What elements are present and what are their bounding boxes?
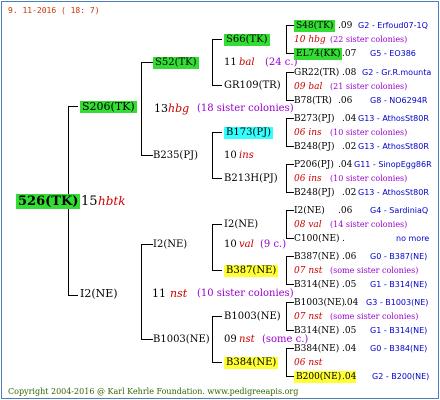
g1-note-i2: (10 sister colonies) xyxy=(197,288,294,299)
root-tag: hbtk xyxy=(98,194,126,208)
g1-note-s206: (18 sister colonies) xyxy=(197,103,294,114)
g4-n-s48: .09 xyxy=(338,21,353,31)
g4-n-el74: .07 xyxy=(342,49,357,59)
s52-tag: bal xyxy=(239,57,255,68)
copyright-footer: Copyright 2004-2016 @ Karl Kehrle Founda… xyxy=(8,387,299,396)
g4-node-c100[interactable]: C100(NE) xyxy=(294,233,340,245)
g4-note-1: (22 sister colonies) xyxy=(330,35,408,44)
g3-node-b1003[interactable]: B1003(NE) xyxy=(224,311,281,323)
g4-node-b384[interactable]: B384(NE) xyxy=(294,343,339,355)
g4-n-b248b: .02 xyxy=(342,188,357,198)
g1-num-s206: 13 xyxy=(154,102,168,115)
g4-code-b387: G0 - B387(NE) xyxy=(370,252,428,261)
g4-tag-4: 09 bal xyxy=(294,82,323,92)
g4-node-b314a[interactable]: B314(NE) xyxy=(294,279,339,291)
g4-n-b248a: .02 xyxy=(342,142,357,152)
root-node[interactable]: 526(TK) xyxy=(16,194,81,209)
g4-tag-13: 08 val xyxy=(294,220,322,230)
g4-code-p206: G11 - SinopEgg86R xyxy=(354,160,432,169)
g4-node-p206[interactable]: P206(PJ) xyxy=(294,159,334,171)
g4-code-i2b: G4 - SardiniaQ xyxy=(370,206,429,215)
g4-code-b314a: G1 - B314(NE) xyxy=(370,280,428,289)
g2-tag-b235: ins xyxy=(239,150,254,161)
g4-n-p206: .04 xyxy=(338,160,353,170)
g2-node-b1003[interactable]: B1003(NE) xyxy=(153,334,210,346)
g4-node-el74[interactable]: EL74(KK) xyxy=(294,48,343,60)
g3-node-b387[interactable]: B387(NE) xyxy=(224,265,279,277)
g3-node-i2[interactable]: I2(NE) xyxy=(224,219,258,231)
g2-num-i2: 10 xyxy=(224,239,237,250)
g4-note-10: (10 sister colonies) xyxy=(330,174,408,183)
g4-tag-10: 06 ins xyxy=(294,174,322,184)
g4-tag-22: 06 nst xyxy=(294,358,323,368)
g2-node-b235[interactable]: B235(PJ) xyxy=(153,150,198,162)
g4-node-b314b[interactable]: B314(NE) xyxy=(294,325,339,337)
g4-node-gr22[interactable]: GR22(TR) xyxy=(294,67,339,79)
g4-n-b384: .04 xyxy=(342,344,357,354)
g4-code-b1003: G3 - B1003(NE) xyxy=(366,298,429,307)
pedigree-frame: 9. 11-2016 ( 18: 7) Copyright 2004-2016 … xyxy=(1,1,439,399)
g4-node-i2b[interactable]: I2(NE) xyxy=(294,205,325,217)
g4-node-b248a[interactable]: B248(PJ) xyxy=(294,141,334,153)
g1-num-i2: 11 xyxy=(152,287,166,300)
g4-n-b200: .04 xyxy=(342,371,357,383)
g1-tag-s206: hbg xyxy=(168,102,190,115)
g4-node-b248b[interactable]: B248(PJ) xyxy=(294,187,334,199)
g4-note-4: (21 sister colonies) xyxy=(330,82,408,91)
g4-n-gr22: .08 xyxy=(342,68,357,78)
g4-n-i2b: .06 xyxy=(338,206,353,216)
g4-code-b248a: G13 - AthosSt80R xyxy=(358,142,429,151)
g4-code-c100: no more xyxy=(396,234,430,243)
g4-n-b78: .06 xyxy=(338,96,353,106)
g4-n-b273: .04 xyxy=(342,114,357,124)
s52-note: (24 c.) xyxy=(265,57,298,68)
g2-node-s52[interactable]: S52(TK) xyxy=(153,57,199,69)
g4-code-gr22: G2 - Gr.R.mounta xyxy=(362,68,432,77)
g4-n-b1003: .04 xyxy=(344,298,359,308)
g4-tag-16: 07 nst xyxy=(294,266,323,276)
g4-node-s48[interactable]: S48(TK) xyxy=(294,20,336,32)
g4-node-b273[interactable]: B273(PJ) xyxy=(294,113,334,125)
g2-node-i2[interactable]: I2(NE) xyxy=(153,239,187,251)
g2-num-b235: 10 xyxy=(224,150,237,161)
g4-note-19: (some sister colonies) xyxy=(330,312,419,321)
g1-node-i2[interactable]: I2(NE) xyxy=(80,288,118,300)
date-header: 9. 11-2016 ( 18: 7) xyxy=(8,6,100,15)
g4-code-s48: G2 - Erfoud07-1Q xyxy=(358,21,428,30)
g4-note-13: (14 sister colonies) xyxy=(330,220,408,229)
g3-node-b384[interactable]: B384(NE) xyxy=(224,357,279,369)
g4-code-el74: G5 - EO386 xyxy=(370,49,416,58)
g3-node-s66[interactable]: S66(TK) xyxy=(224,34,270,46)
g4-note-16: (some sister colonies) xyxy=(330,266,419,275)
g4-n-b314b: .05 xyxy=(342,326,357,336)
g4-code-b248b: G13 - AthosSt80R xyxy=(358,188,429,197)
g4-tag-19: 07 nst xyxy=(294,312,323,322)
g4-node-b78[interactable]: B78(TR) xyxy=(294,95,332,107)
g3-node-gr109[interactable]: GR109(TR) xyxy=(224,80,281,92)
g4-code-b314b: G1 - B314(NE) xyxy=(370,326,428,335)
g1-node-s206[interactable]: S206(TK) xyxy=(80,101,137,113)
g4-code-b384: G0 - B384(NE) xyxy=(370,344,428,353)
g4-n-b387: .06 xyxy=(342,252,357,262)
g2-note-i2: (9 c.) xyxy=(260,239,287,250)
g4-n-b314a: .05 xyxy=(342,280,357,290)
g2-num-b1003: 09 xyxy=(224,334,237,345)
g4-tag-7: 06 ins xyxy=(294,128,322,138)
s52-num: 11 xyxy=(224,57,237,68)
g4-tag-1: 10 hbg xyxy=(294,35,326,45)
g4-note-7: (10 sister colonies) xyxy=(330,128,408,137)
g1-tag-i2: nst xyxy=(170,287,188,300)
g4-node-b200[interactable]: B200(NE) xyxy=(294,371,344,383)
g4-n-c100: . xyxy=(342,234,345,244)
root-number: 15 xyxy=(81,194,98,209)
g4-node-b387[interactable]: B387(NE) xyxy=(294,251,339,263)
g4-code-b200: G2 - B200(NE) xyxy=(372,372,430,381)
g4-code-b273: G13 - AthosSt80R xyxy=(358,114,429,123)
g3-node-b213h[interactable]: B213H(PJ) xyxy=(224,173,278,185)
g2-tag-i2: val xyxy=(239,239,254,250)
g3-node-b173[interactable]: B173(PJ) xyxy=(224,127,273,139)
g2-tag-b1003: nst xyxy=(239,334,255,345)
g4-code-b78: G8 - NO6294R xyxy=(370,96,428,105)
g4-node-b1003[interactable]: B1003(NE) xyxy=(294,297,345,309)
